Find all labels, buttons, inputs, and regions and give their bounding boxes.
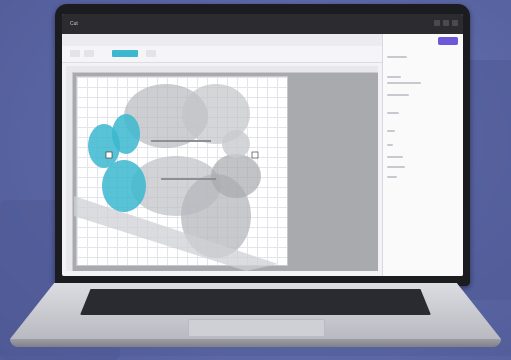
laptop-screen: Cut [62,14,463,276]
panel-row [387,94,409,96]
panel-row [387,76,401,78]
panel-row [387,56,407,58]
app-titlebar: Cut [62,14,463,34]
panel-row [387,176,397,178]
design-canvas[interactable] [66,66,378,271]
laptop-base [10,283,501,347]
make-it-button[interactable] [438,37,458,45]
toolbar-button[interactable] [84,50,94,57]
shape-label [161,178,216,180]
panel-row [387,144,393,146]
shape-label [151,140,211,142]
right-panel [382,34,463,276]
panel-row [387,166,405,168]
minimize-icon[interactable] [434,20,440,26]
titlebar-left-label: Cut [70,21,78,27]
canvas-shapes [74,84,278,271]
laptop-trackpad [188,319,325,337]
panel-row [387,112,399,114]
laptop-keyboard [80,289,431,315]
panel-row [387,130,395,132]
maximize-icon[interactable] [443,20,449,26]
toolbar-button-active[interactable] [112,50,138,57]
close-icon[interactable] [452,20,458,26]
gray-shape [222,130,250,158]
toolbar-button[interactable] [70,50,80,57]
laptop-front-edge [10,339,501,347]
panel-row [387,156,403,158]
canvas-toolbar [62,46,382,63]
cyan-shape [102,160,146,212]
toolbar-button[interactable] [146,50,156,57]
selection-handle [105,151,113,159]
panel-row [387,82,421,84]
gray-shape [211,154,261,198]
cyan-shape [112,114,140,154]
selection-handle [251,151,259,159]
